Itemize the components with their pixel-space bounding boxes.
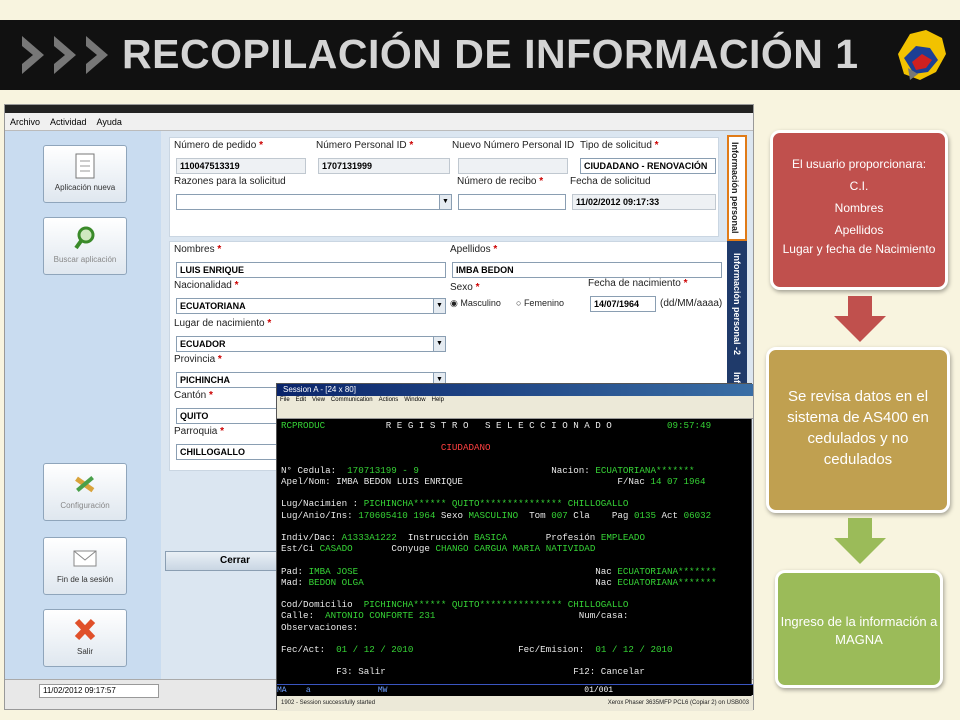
new-personal-id-label: Nuevo Número Personal ID <box>452 140 575 151</box>
birth-date-field[interactable]: 14/07/1964 <box>590 296 656 312</box>
chevron-down-icon: ▼ <box>439 195 451 209</box>
exit-button[interactable]: Salir <box>43 609 127 667</box>
terminal-screen[interactable]: RCPRODUC R E G I S T R O S E L E C C I O… <box>281 420 749 684</box>
term-menu-file[interactable]: File <box>277 397 293 403</box>
request-date-label: Fecha de solicitud <box>570 176 651 187</box>
triple-arrow-icon <box>22 36 108 74</box>
magnifier-icon <box>74 226 95 250</box>
reasons-label: Razones para la solicitud <box>174 176 286 187</box>
pencil-ruler-icon <box>75 476 95 493</box>
term-menu-help[interactable]: Help <box>429 397 447 403</box>
app-menubar: Archivo Actividad Ayuda <box>5 113 753 131</box>
tab-personal-info-2[interactable]: Información personal -2 <box>727 245 747 363</box>
order-number-field[interactable]: 110047513319 <box>176 158 306 174</box>
slide-title: RECOPILACIÓN DE INFORMACIÓN 1 <box>122 31 859 77</box>
as400-terminal-window: Session A - [24 x 80] File Edit View Commun… <box>276 383 753 711</box>
box1-item-surnames: Apellidos <box>834 223 884 237</box>
envelope-icon <box>73 550 97 567</box>
configuration-button[interactable]: Configuración <box>43 463 127 521</box>
search-application-label: Buscar aplicación <box>53 255 117 264</box>
box1-item-ci: C.I. <box>849 179 869 193</box>
box1-heading: El usuario proporcionara: <box>791 157 927 171</box>
nav-panel: Aplicación nueva Buscar aplicación Confi… <box>5 131 161 679</box>
nationality-select[interactable]: ECUATORIANA ▼ <box>176 298 446 314</box>
nationality-label: Nacionalidad * <box>174 280 239 291</box>
end-session-button[interactable]: Fin de la sesión <box>43 537 127 595</box>
request-type-label: Tipo de solicitud * <box>580 140 659 151</box>
box1-item-names: Nombres <box>834 201 884 215</box>
request-type-field[interactable]: CIUDADANO - RENOVACIÓN <box>580 158 716 174</box>
receipt-number-field[interactable] <box>458 194 566 210</box>
personal-id-label: Número Personal ID * <box>316 140 414 151</box>
sex-label: Sexo * <box>450 282 480 293</box>
end-session-label: Fin de la sesión <box>56 575 114 584</box>
terminal-oia-line: MA a MW 01/001 <box>277 684 753 695</box>
term-menu-view[interactable]: View <box>309 397 328 403</box>
surnames-field[interactable]: IMBA BEDON <box>452 262 722 278</box>
parish-label: Parroquia * <box>174 426 225 437</box>
terminal-titlebar: Session A - [24 x 80] <box>277 384 753 396</box>
request-date-field[interactable]: 11/02/2012 09:17:33 <box>572 194 716 210</box>
search-application-button[interactable]: Buscar aplicación <box>43 217 127 275</box>
personal-id-field[interactable]: 1707131999 <box>318 158 450 174</box>
term-menu-window[interactable]: Window <box>401 397 428 403</box>
male-radio[interactable]: ◉ Masculino <box>450 298 501 309</box>
app-top-strip <box>5 105 753 113</box>
down-arrow-green-icon <box>834 518 886 564</box>
birth-date-hint: (dd/MM/aaaa) <box>660 298 723 309</box>
terminal-statusbar: 1902 - Session successfully started Xerox… <box>277 696 753 711</box>
box1-item-birth: Lugar y fecha de Nacimiento <box>782 242 936 256</box>
close-x-icon <box>74 618 96 641</box>
new-application-label: Aplicación nueva <box>54 183 116 192</box>
term-menu-actions[interactable]: Actions <box>376 397 402 403</box>
receipt-number-label: Número de recibo * <box>457 176 544 187</box>
birth-place-select[interactable]: ECUADOR ▼ <box>176 336 446 352</box>
menu-ayuda[interactable]: Ayuda <box>92 113 127 131</box>
ecuador-map-logo <box>898 30 946 80</box>
exit-label: Salir <box>76 647 93 656</box>
status-date: 11/02/2012 09:17:57 <box>39 684 159 698</box>
names-field[interactable]: LUIS ENRIQUE <box>176 262 446 278</box>
configuration-label: Configuración <box>60 501 110 510</box>
canton-label: Cantón * <box>174 390 213 401</box>
birth-place-label: Lugar de nacimiento * <box>174 318 272 329</box>
magna-entry-box: Ingreso de la información a MAGNA <box>775 570 943 688</box>
down-arrow-red-icon <box>834 296 886 342</box>
document-icon <box>75 153 95 179</box>
new-personal-id-field[interactable] <box>458 158 568 174</box>
province-label: Provincia * <box>174 354 222 365</box>
chevron-down-icon: ▼ <box>433 299 445 313</box>
terminal-toolbar <box>277 405 753 419</box>
names-label: Nombres * <box>174 244 222 255</box>
chevron-down-icon: ▼ <box>433 337 445 351</box>
as400-review-box: Se revisa datos en el sistema de AS400 e… <box>766 347 950 513</box>
surnames-label: Apellidos * <box>450 244 498 255</box>
menu-actividad[interactable]: Actividad <box>45 113 92 131</box>
terminal-menubar: File Edit View Communication Actions Window He… <box>277 396 753 405</box>
term-menu-edit[interactable]: Edit <box>293 397 309 403</box>
female-radio[interactable]: ○ Femenino <box>516 298 564 308</box>
birth-date-label: Fecha de nacimiento * <box>588 278 688 289</box>
tab-personal-info[interactable]: Información personal <box>727 135 747 241</box>
order-number-label: Número de pedido * <box>174 140 263 151</box>
reasons-select[interactable]: ▼ <box>176 194 452 210</box>
menu-archivo[interactable]: Archivo <box>5 113 45 131</box>
user-provides-box: El usuario proporcionara: C.I. Nombres A… <box>770 130 948 290</box>
new-application-button[interactable]: Aplicación nueva <box>43 145 127 203</box>
request-section: Número de pedido * 110047513319 Número P… <box>169 137 719 237</box>
term-menu-communication[interactable]: Communication <box>328 397 376 403</box>
